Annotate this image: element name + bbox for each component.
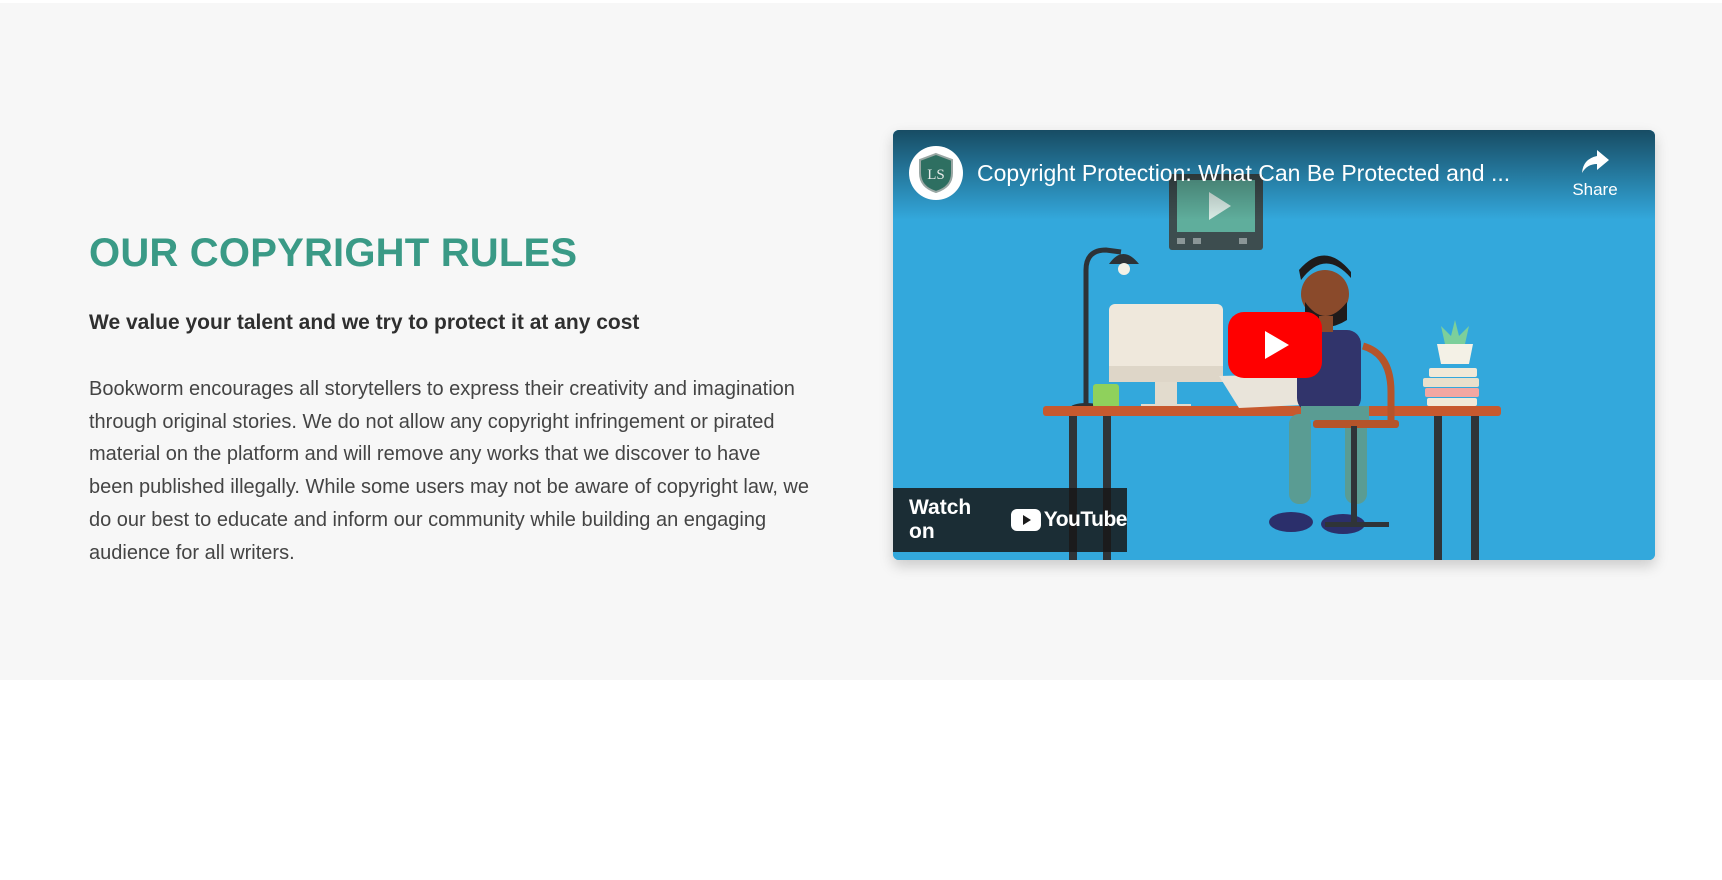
youtube-play-badge-icon xyxy=(1010,509,1041,531)
watch-on-label: Watch on xyxy=(909,496,972,543)
youtube-wordmark: YouTube xyxy=(1043,508,1128,531)
body-paragraph: Bookworm encourages all storytellers to … xyxy=(89,378,809,564)
channel-logo-icon[interactable]: LS xyxy=(909,146,963,200)
play-icon[interactable] xyxy=(1228,312,1322,378)
page-title: OUR COPYRIGHT RULES xyxy=(89,231,578,275)
channel-logo-letters: LS xyxy=(927,167,945,183)
share-label: Share xyxy=(1572,180,1618,199)
subheading: We value your talent and we try to prote… xyxy=(89,311,640,334)
video-title[interactable]: Copyright Protection: What Can Be Protec… xyxy=(977,158,1537,188)
watch-on-youtube-button[interactable]: Watch on YouTube xyxy=(893,488,1128,552)
copyright-text-column: OUR COPYRIGHT RULES We value your talent… xyxy=(89,228,809,569)
youtube-logo-icon: YouTube xyxy=(1010,508,1128,532)
share-button[interactable]: Share xyxy=(1555,148,1635,212)
video-embed[interactable]: LS Copyright Protection: What Can Be Pro… xyxy=(893,130,1655,560)
share-icon xyxy=(1582,150,1609,173)
copyright-section: OUR COPYRIGHT RULES We value your talent… xyxy=(0,3,1722,680)
